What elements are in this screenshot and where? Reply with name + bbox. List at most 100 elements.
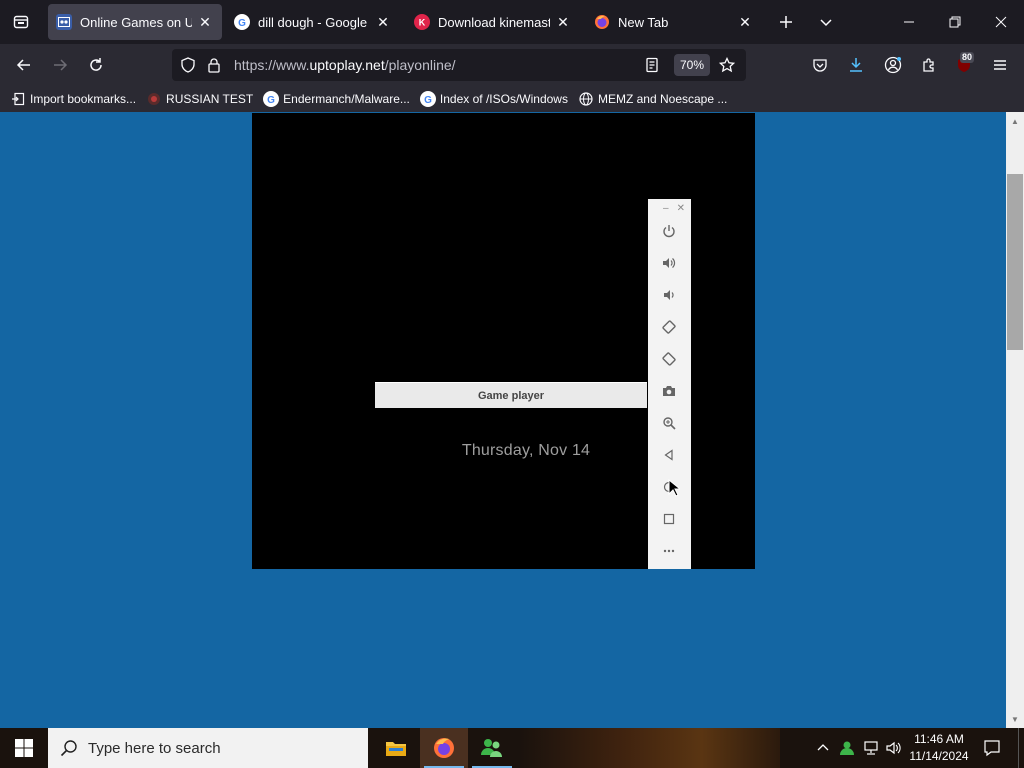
bookmark-isos-windows[interactable]: G Index of /ISOs/Windows: [419, 91, 568, 107]
taskbar-search-box[interactable]: Type here to search: [48, 728, 368, 768]
scrollbar-thumb[interactable]: [1007, 174, 1023, 350]
close-window-button[interactable]: [978, 0, 1024, 44]
start-button[interactable]: [0, 728, 48, 768]
close-tab-icon[interactable]: ✕: [374, 13, 392, 31]
emulator-screenshot-button[interactable]: [655, 377, 683, 405]
firefox-view-button[interactable]: [0, 0, 42, 44]
tray-volume[interactable]: [882, 728, 904, 768]
close-tab-icon[interactable]: ✕: [554, 13, 572, 31]
reload-button[interactable]: [80, 49, 112, 81]
bookmark-endermanch[interactable]: G Endermanch/Malware...: [263, 91, 410, 107]
plus-icon: [780, 16, 792, 28]
scroll-down-icon[interactable]: ▼: [1006, 712, 1024, 726]
pocket-icon: [813, 59, 827, 72]
show-desktop-button[interactable]: [1018, 728, 1024, 768]
downloads-button[interactable]: [840, 49, 872, 81]
people-chat-icon: [481, 739, 502, 757]
chevron-down-icon: [820, 19, 832, 27]
more-icon: [663, 549, 675, 553]
emulator-zoom-button[interactable]: [655, 409, 683, 437]
tab-kinemaster[interactable]: K Download kinemaster ✕: [406, 4, 580, 40]
emulator-power-button[interactable]: [655, 217, 683, 245]
rotate-right-icon: [662, 352, 676, 366]
tray-user-app[interactable]: [836, 728, 858, 768]
taskbar-clock[interactable]: 11:46 AM 11/14/2024: [902, 731, 976, 765]
tab-google-search[interactable]: G dill dough - Google Search ✕: [226, 4, 400, 40]
taskbar-firefox[interactable]: [420, 728, 468, 768]
bookmark-import[interactable]: Import bookmarks...: [10, 91, 136, 107]
taskbar-file-explorer[interactable]: [372, 728, 420, 768]
google-icon: G: [419, 91, 436, 107]
page-scrollbar[interactable]: ▲ ▼: [1006, 112, 1024, 728]
emulator-toolbar-header: – ✕: [648, 199, 691, 217]
windows-taskbar: Type here to search 11:46 AM 11/14/2024: [0, 728, 1024, 768]
hamburger-menu-icon: [994, 60, 1006, 70]
user-green-icon: [840, 741, 854, 755]
new-tab-button[interactable]: [770, 6, 802, 38]
volume-down-icon: [664, 290, 674, 300]
emulator-overview-button[interactable]: [655, 505, 683, 533]
tray-network[interactable]: [860, 728, 882, 768]
bookmark-label: Endermanch/Malware...: [283, 92, 410, 106]
bookmark-memz[interactable]: MEMZ and Noescape ...: [578, 91, 727, 107]
speaker-icon: [886, 741, 901, 755]
zoom-level-button[interactable]: 70%: [674, 54, 711, 76]
emulator-rotate-right-button[interactable]: [655, 345, 683, 373]
import-icon: [10, 91, 26, 107]
url-text[interactable]: https://www.uptoplay.net/playonline/: [234, 57, 456, 73]
tab-title: dill dough - Google Search: [258, 14, 370, 30]
game-emulator-frame[interactable]: Game player Thursday, Nov 14 – ✕: [252, 113, 755, 569]
tab-new-tab[interactable]: New Tab ✕: [586, 4, 762, 40]
tab-uptoplay[interactable]: Online Games on Uptoplay ✕: [48, 4, 222, 40]
tab-title: New Tab: [618, 14, 669, 30]
restore-button[interactable]: [932, 0, 978, 44]
windows-logo-icon: [15, 739, 33, 757]
uptoplay-icon: [56, 14, 72, 30]
pocket-button[interactable]: [804, 49, 836, 81]
power-icon: [663, 225, 675, 238]
account-button[interactable]: [877, 49, 909, 81]
firefox-icon: [594, 14, 610, 30]
bookmark-star-icon[interactable]: [718, 56, 736, 78]
page-content: Game player Thursday, Nov 14 – ✕: [0, 112, 1006, 728]
search-icon: [60, 740, 77, 757]
emulator-close-icon[interactable]: ✕: [677, 203, 685, 214]
bookmark-russian-test[interactable]: RUSSIAN TEST: [146, 91, 253, 107]
emulator-volume-down-button[interactable]: [655, 281, 683, 309]
lock-icon[interactable]: [206, 57, 222, 78]
emulator-more-button[interactable]: [655, 537, 683, 565]
app-menu-button[interactable]: [984, 49, 1016, 81]
firefox-icon: [434, 738, 454, 758]
emulator-minimize-icon[interactable]: –: [663, 203, 669, 214]
emulator-side-toolbar: – ✕: [648, 199, 691, 569]
back-button[interactable]: [8, 49, 40, 81]
close-tab-icon[interactable]: ✕: [736, 13, 754, 31]
emulator-volume-up-button[interactable]: [655, 249, 683, 277]
firefox-view-icon: [13, 15, 29, 29]
taskbar-chat-app[interactable]: [468, 728, 516, 768]
network-icon: [864, 741, 878, 755]
minimize-button[interactable]: [886, 0, 932, 44]
url-host: uptoplay.net: [309, 57, 385, 73]
tab-title: Download kinemaster: [438, 14, 550, 30]
back-icon: [664, 449, 673, 461]
scroll-up-icon[interactable]: ▲: [1006, 114, 1024, 128]
url-prefix: https://www.: [234, 57, 310, 73]
forward-button[interactable]: [44, 49, 76, 81]
bookmark-label: Index of /ISOs/Windows: [439, 92, 568, 106]
tracking-protection-icon[interactable]: [180, 57, 196, 78]
bookmarks-toolbar: Import bookmarks... RUSSIAN TEST G Ender…: [0, 86, 1024, 112]
google-icon: G: [234, 14, 250, 30]
list-all-tabs-button[interactable]: [810, 6, 842, 38]
url-bar[interactable]: https://www.uptoplay.net/playonline/ 70%: [172, 49, 746, 81]
close-tab-icon[interactable]: ✕: [196, 13, 214, 31]
emulator-back-button[interactable]: [655, 441, 683, 469]
action-center-button[interactable]: [978, 728, 1006, 768]
reader-view-icon[interactable]: [644, 57, 660, 78]
extensions-button[interactable]: [913, 49, 945, 81]
show-hidden-icons-button[interactable]: [812, 728, 834, 768]
clock-time: 11:46 AM: [914, 732, 964, 746]
emulator-rotate-left-button[interactable]: [655, 313, 683, 341]
reload-icon: [90, 58, 102, 71]
account-icon: [884, 56, 902, 74]
